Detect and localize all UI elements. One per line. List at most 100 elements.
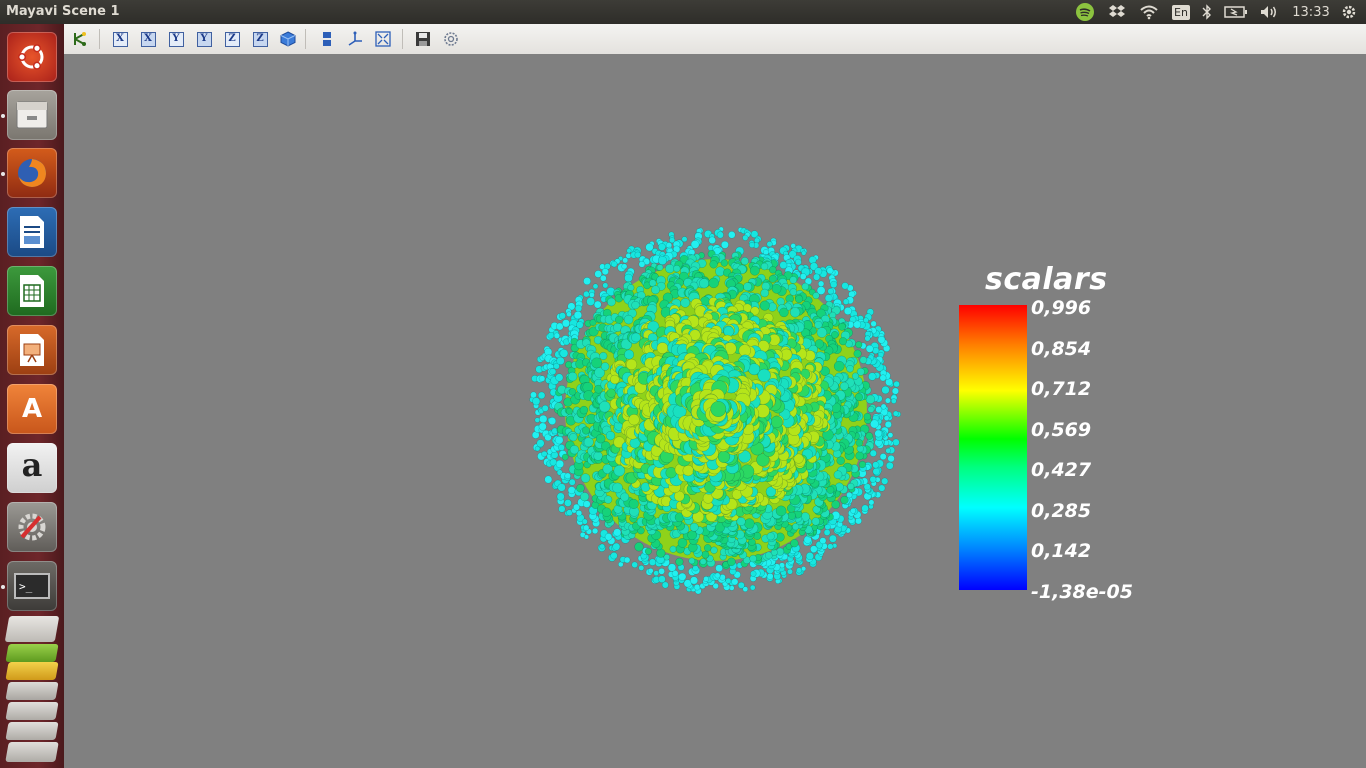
glyph-sphere-marker	[731, 578, 739, 586]
glyph-sphere-marker	[819, 537, 827, 545]
glyph-sphere-marker	[893, 380, 900, 388]
glyph-sphere-marker	[607, 297, 616, 307]
glyph-sphere-marker	[789, 288, 798, 296]
colorbar	[959, 305, 1027, 590]
glyph-sphere-marker	[599, 274, 607, 282]
show-axes-icon[interactable]	[346, 30, 364, 48]
glyph-sphere-marker	[703, 544, 712, 552]
save-icon[interactable]	[414, 30, 432, 48]
glyph-sphere-marker	[720, 240, 729, 249]
colorbar-tick: 0,142	[1031, 540, 1092, 562]
view-x-positive-button[interactable]: X	[111, 30, 129, 48]
clock[interactable]: 13:33	[1290, 0, 1332, 24]
glyph-sphere-marker	[838, 337, 848, 346]
ubuntu-dash-icon[interactable]	[7, 32, 57, 82]
glyph-sphere-marker	[580, 473, 591, 483]
glyph-sphere-marker	[795, 258, 802, 266]
glyph-sphere-marker	[749, 265, 760, 276]
glyph-sphere-marker	[610, 260, 618, 268]
glyph-sphere-marker	[610, 374, 620, 385]
session-gear-icon[interactable]	[1338, 0, 1360, 24]
bluetooth-icon[interactable]	[1198, 0, 1216, 24]
glyph-sphere-marker	[555, 373, 564, 382]
volume-icon[interactable]	[1258, 0, 1280, 24]
glyph-sphere-marker	[855, 439, 864, 447]
glyph-sphere-marker	[680, 297, 691, 308]
glyph-sphere-marker	[538, 375, 546, 382]
glyph-sphere-marker	[865, 344, 874, 353]
glyph-sphere-marker	[855, 451, 865, 461]
glyph-sphere-marker	[846, 364, 854, 373]
glyph-sphere-marker	[868, 372, 877, 381]
libreoffice-impress-icon[interactable]	[7, 325, 57, 375]
colorbar-tick: 0,285	[1031, 500, 1092, 522]
glyph-sphere-marker	[877, 335, 886, 344]
glyph-sphere-marker	[710, 401, 727, 417]
configure-icon[interactable]	[442, 30, 460, 48]
glyph-sphere-marker	[823, 529, 831, 536]
glyph-sphere-marker	[591, 357, 603, 369]
pipeline-icon[interactable]	[71, 30, 89, 48]
glyph-sphere-marker	[640, 482, 651, 492]
glyph-sphere-marker	[841, 282, 849, 290]
glyph-sphere-marker	[556, 492, 565, 501]
glyph-sphere-marker	[787, 568, 793, 575]
glyph-sphere-marker	[748, 241, 756, 249]
glyph-sphere-marker	[631, 332, 641, 343]
render-scene[interactable]	[64, 54, 1366, 768]
glyph-sphere-marker	[658, 243, 666, 251]
glyph-sphere-marker	[558, 312, 566, 320]
spotify-icon[interactable]	[1074, 0, 1096, 24]
amazon-icon[interactable]: a	[7, 443, 57, 493]
glyph-sphere-marker	[742, 234, 749, 241]
glyph-sphere-marker	[768, 274, 777, 283]
terminal-icon[interactable]: >_	[7, 561, 57, 611]
battery-icon[interactable]	[1222, 0, 1250, 24]
glyph-sphere-marker	[667, 563, 677, 572]
glyph-sphere-marker	[701, 550, 710, 559]
glyph-sphere-marker	[541, 404, 549, 412]
glyph-sphere-marker	[586, 297, 595, 306]
full-screen-icon[interactable]	[374, 30, 392, 48]
glyph-sphere-marker	[561, 319, 571, 328]
glyph-sphere-marker	[789, 276, 798, 284]
launcher-folded-items[interactable]	[4, 616, 60, 766]
system-settings-icon[interactable]	[7, 502, 57, 552]
glyph-sphere-marker	[861, 504, 869, 513]
glyph-sphere-marker	[538, 422, 547, 431]
view-z-negative-button[interactable]: Z	[251, 30, 269, 48]
glyph-sphere-marker	[623, 556, 631, 564]
glyph-sphere-marker	[776, 297, 785, 306]
glyph-sphere-marker	[699, 278, 710, 289]
view-z-positive-button[interactable]: Z	[223, 30, 241, 48]
glyph-sphere-marker	[598, 400, 611, 413]
glyph-sphere-marker	[665, 263, 675, 274]
glyph-sphere-marker	[569, 433, 578, 442]
glyph-sphere-marker	[574, 304, 583, 313]
view-y-positive-button[interactable]: Y	[167, 30, 185, 48]
glyph-sphere-marker	[559, 348, 569, 358]
glyph-sphere-marker	[558, 505, 566, 513]
dropbox-icon[interactable]	[1106, 0, 1128, 24]
view-y-negative-button[interactable]: Y	[195, 30, 213, 48]
libreoffice-writer-icon[interactable]	[7, 207, 57, 257]
glyph-sphere-marker	[840, 495, 849, 505]
software-center-icon[interactable]: A	[7, 384, 57, 434]
glyph-sphere-marker	[621, 263, 628, 270]
glyph-sphere-marker	[795, 295, 804, 304]
glyph-sphere-marker	[775, 505, 787, 517]
iso-view-icon[interactable]	[279, 30, 297, 48]
glyph-sphere-marker	[605, 430, 616, 441]
keyboard-language-icon[interactable]: En	[1170, 0, 1192, 24]
glyph-sphere-marker	[842, 298, 850, 305]
glyph-sphere-marker	[760, 262, 769, 271]
glyph-sphere-marker	[851, 372, 860, 380]
firefox-icon[interactable]	[7, 148, 57, 198]
files-icon[interactable]	[7, 90, 57, 140]
glyph-sphere-marker	[868, 499, 875, 506]
view-x-negative-button[interactable]: X	[139, 30, 157, 48]
glyph-sphere-marker	[869, 475, 877, 483]
wifi-icon[interactable]	[1138, 0, 1160, 24]
parallel-projection-icon[interactable]	[318, 30, 336, 48]
libreoffice-calc-icon[interactable]	[7, 266, 57, 316]
